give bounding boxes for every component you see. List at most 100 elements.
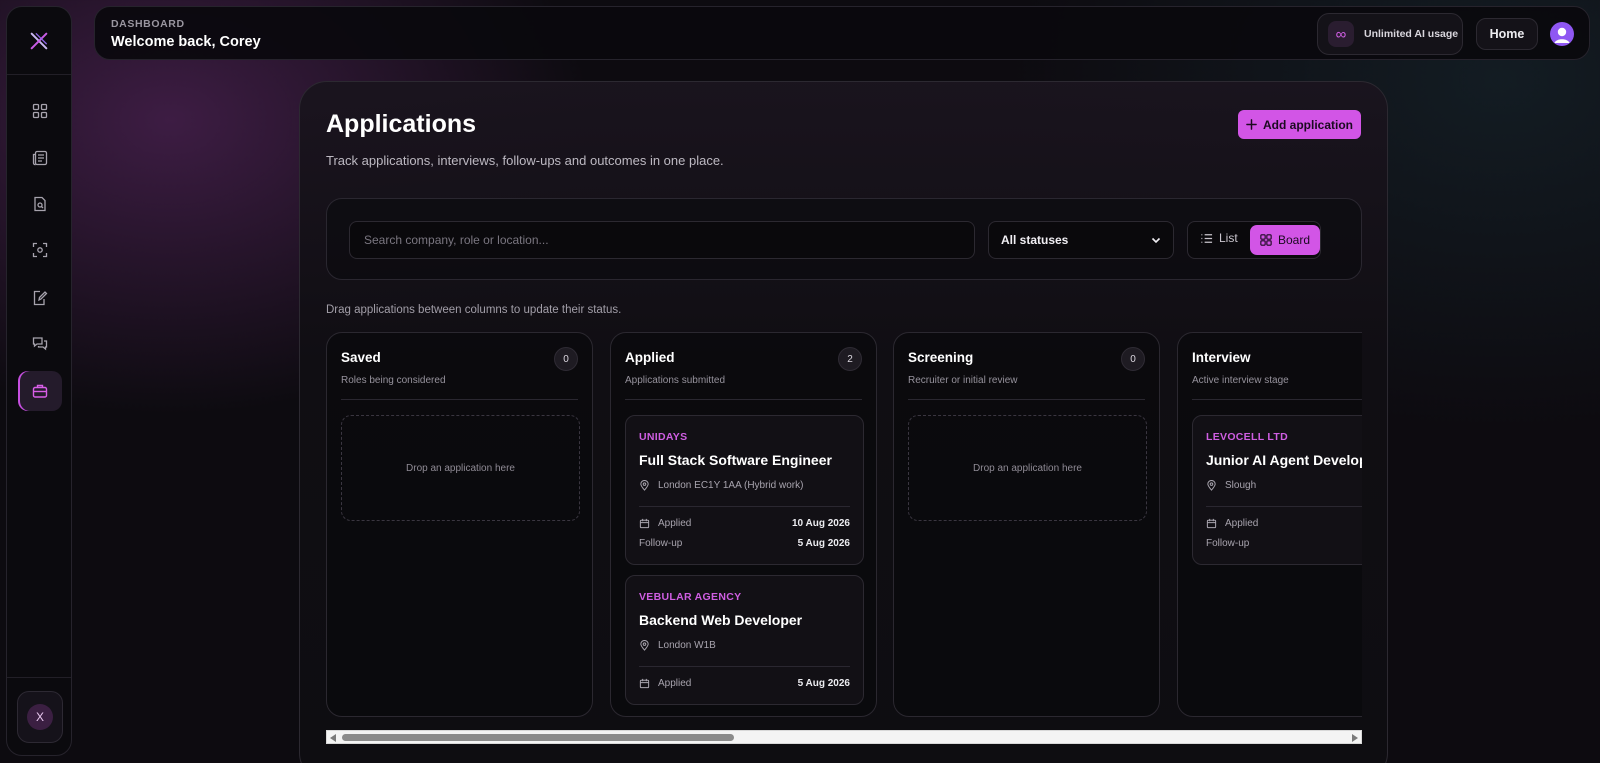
logo-icon <box>30 32 48 49</box>
column-title: Screening <box>908 350 974 365</box>
sidebar-item-dashboard[interactable] <box>18 91 62 131</box>
list-view-button[interactable]: List <box>1200 231 1238 245</box>
board-view-button[interactable]: Board <box>1250 225 1320 255</box>
card-location-text: London EC1Y 1AA (Hybrid work) <box>658 480 804 491</box>
filter-bar: All statuses List Board <box>326 198 1362 280</box>
application-card[interactable]: UNIDAYS Full Stack Software Engineer Lon… <box>625 415 864 565</box>
welcome-message: Welcome back, Corey <box>111 34 261 50</box>
drag-hint: Drag applications between columns to upd… <box>326 304 622 316</box>
map-pin-icon <box>640 640 649 651</box>
app-logo[interactable] <box>7 7 71 75</box>
map-pin-icon <box>1207 480 1216 491</box>
card-applied-date: 5 Aug 2026 <box>797 678 850 689</box>
scroll-left-arrow-icon[interactable] <box>330 734 336 742</box>
add-application-button[interactable]: Add application <box>1238 110 1361 139</box>
board-column-saved: Saved Roles being considered 0 Drop an a… <box>326 332 593 717</box>
application-card[interactable]: LEVOCELL LTD Junior AI Agent Developer S… <box>1192 415 1362 565</box>
card-company: VEBULAR AGENCY <box>639 591 742 603</box>
column-subtitle: Recruiter or initial review <box>908 375 1018 386</box>
card-location-text: Slough <box>1225 480 1257 491</box>
chevron-down-icon <box>1151 237 1161 244</box>
briefcase-icon <box>32 384 48 398</box>
sidebar-item-scan[interactable] <box>18 230 62 270</box>
top-bar: DASHBOARD Welcome back, Corey ∞ Unlimite… <box>94 6 1590 60</box>
card-location-text: London W1B <box>658 640 716 651</box>
edit-document-icon <box>33 290 48 306</box>
map-pin-icon <box>640 480 649 491</box>
card-divider <box>639 666 850 667</box>
board-view-label: Board <box>1277 233 1311 247</box>
card-applied-row: Applied 10 Aug 2026 <box>639 518 850 529</box>
column-subtitle: Roles being considered <box>341 375 446 386</box>
card-location: Slough <box>1206 480 1256 491</box>
user-icon <box>1554 27 1570 43</box>
chat-icon <box>32 337 48 351</box>
card-applied-label: Applied <box>658 518 692 529</box>
scroll-right-arrow-icon[interactable] <box>1352 734 1358 742</box>
sidebar-divider <box>7 677 71 678</box>
card-company: UNIDAYS <box>639 431 688 443</box>
column-count-badge: 0 <box>1121 347 1145 371</box>
board-column-screening: Screening Recruiter or initial review 0 … <box>893 332 1160 717</box>
column-count-badge: 2 <box>838 347 862 371</box>
sidebar-item-documents[interactable] <box>18 184 62 224</box>
scrollbar-thumb[interactable] <box>342 734 734 741</box>
card-followup-label: Follow-up <box>1206 538 1250 549</box>
search-input[interactable] <box>349 221 975 259</box>
card-followup-label: Follow-up <box>639 538 683 549</box>
sidebar-item-applications[interactable] <box>18 371 62 411</box>
calendar-icon <box>639 518 650 529</box>
card-role: Backend Web Developer <box>639 612 803 628</box>
card-applied-label: Applied <box>658 678 692 689</box>
column-divider <box>908 399 1145 400</box>
card-followup-row: Follow-up <box>1206 538 1362 549</box>
card-role: Junior AI Agent Developer <box>1206 452 1362 468</box>
column-divider <box>341 399 578 400</box>
newspaper-icon <box>32 150 48 166</box>
status-filter-value: All statuses <box>1001 233 1069 247</box>
column-title: Saved <box>341 350 381 365</box>
drop-zone[interactable]: Drop an application here <box>341 415 580 521</box>
application-card[interactable]: VEBULAR AGENCY Backend Web Developer Lon… <box>625 575 864 705</box>
calendar-icon <box>1206 518 1217 529</box>
breadcrumb: DASHBOARD <box>111 18 185 30</box>
card-followup-date: 5 Aug 2026 <box>797 538 850 549</box>
drop-zone[interactable]: Drop an application here <box>908 415 1147 521</box>
avatar[interactable] <box>1550 22 1574 46</box>
page-title: Applications <box>326 110 477 138</box>
calendar-icon <box>639 678 650 689</box>
board-grid-icon <box>1260 234 1272 246</box>
status-filter-select[interactable]: All statuses <box>988 221 1174 259</box>
board-column-interview: Interview Active interview stage LEVOCEL… <box>1177 332 1362 717</box>
sidebar-item-chat[interactable] <box>18 324 62 364</box>
board-column-applied: Applied Applications submitted 2 UNIDAYS… <box>610 332 877 717</box>
sidebar-item-editor[interactable] <box>18 278 62 318</box>
column-title: Interview <box>1192 350 1251 365</box>
card-applied-date: 10 Aug 2026 <box>792 518 850 529</box>
column-divider <box>1192 399 1362 400</box>
board-horizontal-scrollbar[interactable] <box>326 730 1362 744</box>
column-subtitle: Active interview stage <box>1192 375 1289 386</box>
column-subtitle: Applications submitted <box>625 375 726 386</box>
card-role: Full Stack Software Engineer <box>639 452 832 468</box>
column-title: Applied <box>625 350 675 365</box>
ai-usage-label: Unlimited AI usage <box>1364 28 1459 40</box>
list-icon <box>1201 233 1213 243</box>
card-location: London W1B <box>639 640 716 651</box>
view-toggle: List Board <box>1187 221 1321 259</box>
scan-icon <box>32 242 48 258</box>
infinity-icon: ∞ <box>1328 21 1354 47</box>
plus-icon <box>1246 119 1257 130</box>
home-button[interactable]: Home <box>1476 18 1538 50</box>
sidebar-item-news[interactable] <box>18 138 62 178</box>
sidebar: X <box>6 6 72 756</box>
kanban-board[interactable]: Saved Roles being considered 0 Drop an a… <box>326 332 1362 718</box>
page-subtitle: Track applications, interviews, follow-u… <box>326 153 724 168</box>
list-view-label: List <box>1219 231 1238 245</box>
ai-usage-badge[interactable]: ∞ Unlimited AI usage <box>1317 13 1463 55</box>
document-search-icon <box>34 196 46 212</box>
dashboard-grid-icon <box>32 103 48 119</box>
card-followup-row: Follow-up 5 Aug 2026 <box>639 538 850 549</box>
applications-panel: Applications Track applications, intervi… <box>299 81 1388 763</box>
user-menu[interactable]: X <box>17 691 63 743</box>
